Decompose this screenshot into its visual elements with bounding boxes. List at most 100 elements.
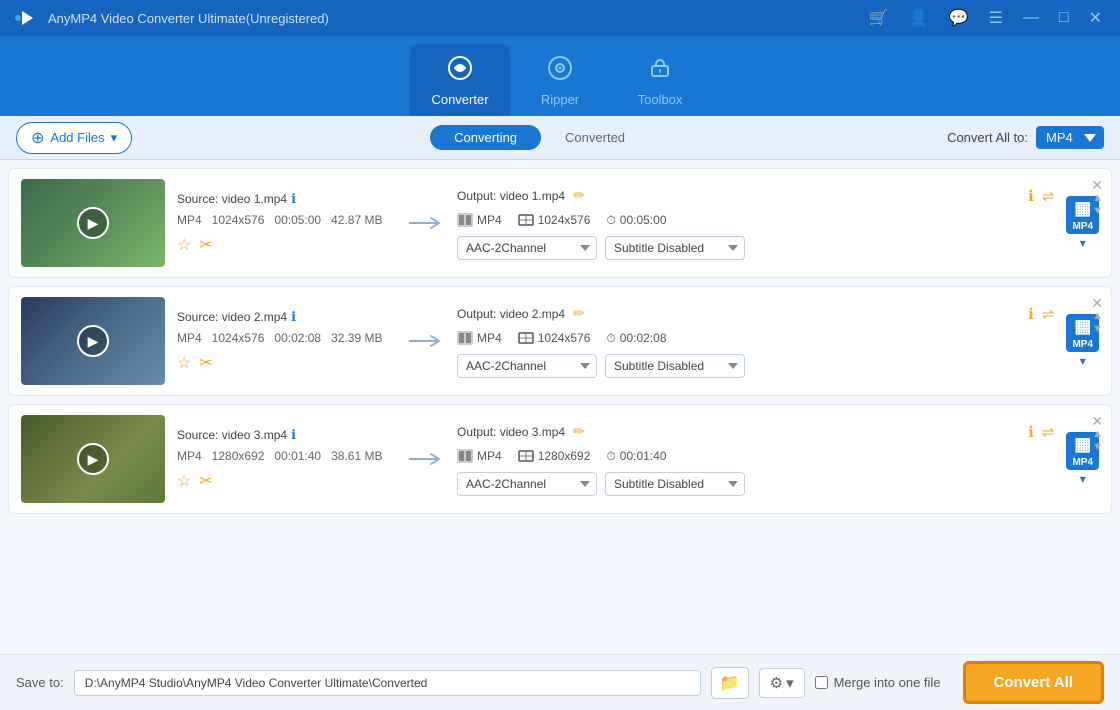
merge-checkbox[interactable] (815, 676, 828, 689)
item-arrows: ▲ ▼ (1092, 429, 1103, 453)
toolbar: ⊕ Add Files ▾ Converting Converted Conve… (0, 116, 1120, 160)
file-output: Output: video 1.mp4 ✏ ℹ ⇌ MP4 1024x576 ⏱ (457, 187, 1054, 260)
play-button[interactable]: ▶ (77, 443, 109, 475)
output-specs: MP4 1024x576 ⏱ 00:02:08 (457, 331, 1054, 346)
arrow-separator (409, 333, 445, 349)
cart-icon[interactable]: 🛒 (863, 6, 895, 30)
output-info-icons: ℹ ⇌ (1028, 423, 1054, 441)
file-thumbnail[interactable]: ▶ (21, 415, 165, 503)
play-button[interactable]: ▶ (77, 207, 109, 239)
badge-dropdown[interactable]: ▾ (1080, 472, 1086, 486)
cut-icon[interactable]: ✂ (199, 353, 212, 373)
nav-bar: Converter Ripper Toolbox (0, 36, 1120, 116)
badge-dropdown[interactable]: ▾ (1080, 354, 1086, 368)
output-format: MP4 (457, 213, 502, 227)
tab-toolbox[interactable]: Toolbox (610, 44, 710, 116)
file-item: ▶ Source: video 3.mp4 ℹ MP4 1280x692 00:… (8, 404, 1112, 514)
add-files-button[interactable]: ⊕ Add Files ▾ (16, 122, 132, 154)
folder-button[interactable]: 📁 (711, 667, 749, 699)
edit-icon[interactable]: ✏ (573, 423, 585, 440)
settings-button[interactable]: ⚙ ▾ (759, 668, 805, 698)
star-icon[interactable]: ☆ (177, 235, 191, 255)
output-specs: MP4 1024x576 ⏱ 00:05:00 (457, 213, 1054, 228)
file-source: Source: video 2.mp4 ℹ (177, 309, 397, 325)
output-name: Output: video 3.mp4 (457, 425, 565, 439)
subtitle-select[interactable]: Subtitle Disabled Subtitle Enabled (605, 236, 745, 260)
view-tabs: Converting Converted (132, 125, 947, 150)
move-down-button[interactable]: ▼ (1092, 324, 1103, 335)
info-icon[interactable]: ℹ (291, 427, 296, 443)
save-path-input[interactable] (74, 670, 701, 696)
file-info: Source: video 1.mp4 ℹ MP4 1024x576 00:05… (177, 191, 397, 255)
play-button[interactable]: ▶ (77, 325, 109, 357)
file-actions: ☆ ✂ (177, 353, 397, 373)
move-up-button[interactable]: ▲ (1092, 193, 1103, 204)
output-info-icons: ℹ ⇌ (1028, 187, 1054, 205)
output-info-icon[interactable]: ℹ (1028, 423, 1034, 441)
item-arrows: ▲ ▼ (1092, 311, 1103, 335)
output-info-icons: ℹ ⇌ (1028, 305, 1054, 323)
output-name: Output: video 2.mp4 (457, 307, 565, 321)
file-info: Source: video 3.mp4 ℹ MP4 1280x692 00:01… (177, 427, 397, 491)
converter-label: Converter (431, 92, 488, 107)
move-up-button[interactable]: ▲ (1092, 429, 1103, 440)
output-specs: MP4 1280x692 ⏱ 00:01:40 (457, 449, 1054, 464)
format-select[interactable]: MP4 MKV AVI MOV MP3 (1036, 126, 1104, 149)
output-settings-icon[interactable]: ⇌ (1042, 423, 1055, 441)
toolbox-label: Toolbox (638, 92, 683, 107)
file-thumbnail[interactable]: ▶ (21, 297, 165, 385)
bottom-bar: Save to: 📁 ⚙ ▾ Merge into one file Conve… (0, 654, 1120, 710)
cut-icon[interactable]: ✂ (199, 471, 212, 491)
info-icon[interactable]: ℹ (291, 191, 296, 207)
edit-icon[interactable]: ✏ (573, 305, 585, 322)
cut-icon[interactable]: ✂ (199, 235, 212, 255)
move-up-button[interactable]: ▲ (1092, 311, 1103, 322)
tab-converter[interactable]: Converter (410, 44, 510, 116)
file-list: ▶ Source: video 1.mp4 ℹ MP4 1024x576 00:… (0, 160, 1120, 654)
title-bar: AnyMP4 Video Converter Ultimate(Unregist… (0, 0, 1120, 36)
output-selects: AAC-2Channel AAC-Stereo MP3 Subtitle Dis… (457, 354, 1054, 378)
convert-all-button[interactable]: Convert All (963, 661, 1104, 704)
star-icon[interactable]: ☆ (177, 471, 191, 491)
output-header: Output: video 1.mp4 ✏ ℹ ⇌ (457, 187, 1054, 205)
subtitle-select[interactable]: Subtitle Disabled Subtitle Enabled (605, 354, 745, 378)
output-info-icon[interactable]: ℹ (1028, 187, 1034, 205)
account-icon[interactable]: 👤 (903, 6, 935, 30)
star-icon[interactable]: ☆ (177, 353, 191, 373)
arrow-separator (409, 451, 445, 467)
audio-select[interactable]: AAC-2Channel AAC-Stereo MP3 (457, 354, 597, 378)
file-thumbnail[interactable]: ▶ (21, 179, 165, 267)
item-arrows: ▲ ▼ (1092, 193, 1103, 217)
menu-icon[interactable]: ☰ (983, 6, 1009, 30)
edit-icon[interactable]: ✏ (573, 187, 585, 204)
tab-converting[interactable]: Converting (430, 125, 541, 150)
clock-icon: ⏱ (606, 331, 615, 346)
tab-ripper[interactable]: Ripper (510, 44, 610, 116)
save-to-label: Save to: (16, 675, 64, 690)
ripper-icon (546, 54, 574, 88)
convert-all-to-label: Convert All to: (947, 130, 1028, 145)
maximize-button[interactable]: □ (1053, 7, 1075, 29)
info-icon[interactable]: ℹ (291, 309, 296, 325)
file-meta: MP4 1024x576 00:05:00 42.87 MB (177, 213, 397, 227)
file-item: ▶ Source: video 2.mp4 ℹ MP4 1024x576 00:… (8, 286, 1112, 396)
output-selects: AAC-2Channel AAC-Stereo MP3 Subtitle Dis… (457, 472, 1054, 496)
chat-icon[interactable]: 💬 (943, 6, 975, 30)
file-output: Output: video 2.mp4 ✏ ℹ ⇌ MP4 1024x576 ⏱ (457, 305, 1054, 378)
output-name: Output: video 1.mp4 (457, 189, 565, 203)
audio-select[interactable]: AAC-2Channel AAC-Stereo MP3 (457, 236, 597, 260)
move-down-button[interactable]: ▼ (1092, 206, 1103, 217)
output-settings-icon[interactable]: ⇌ (1042, 305, 1055, 323)
output-resolution: 1024x576 (518, 213, 591, 227)
close-button[interactable]: ✕ (1083, 6, 1108, 30)
audio-select[interactable]: AAC-2Channel AAC-Stereo MP3 (457, 472, 597, 496)
window-controls: 🛒 👤 💬 ☰ — □ ✕ (863, 6, 1108, 30)
tab-converted[interactable]: Converted (541, 125, 649, 150)
move-down-button[interactable]: ▼ (1092, 442, 1103, 453)
minimize-button[interactable]: — (1017, 7, 1045, 29)
badge-dropdown[interactable]: ▾ (1080, 236, 1086, 250)
output-settings-icon[interactable]: ⇌ (1042, 187, 1055, 205)
add-icon: ⊕ (31, 128, 44, 148)
output-info-icon[interactable]: ℹ (1028, 305, 1034, 323)
subtitle-select[interactable]: Subtitle Disabled Subtitle Enabled (605, 472, 745, 496)
